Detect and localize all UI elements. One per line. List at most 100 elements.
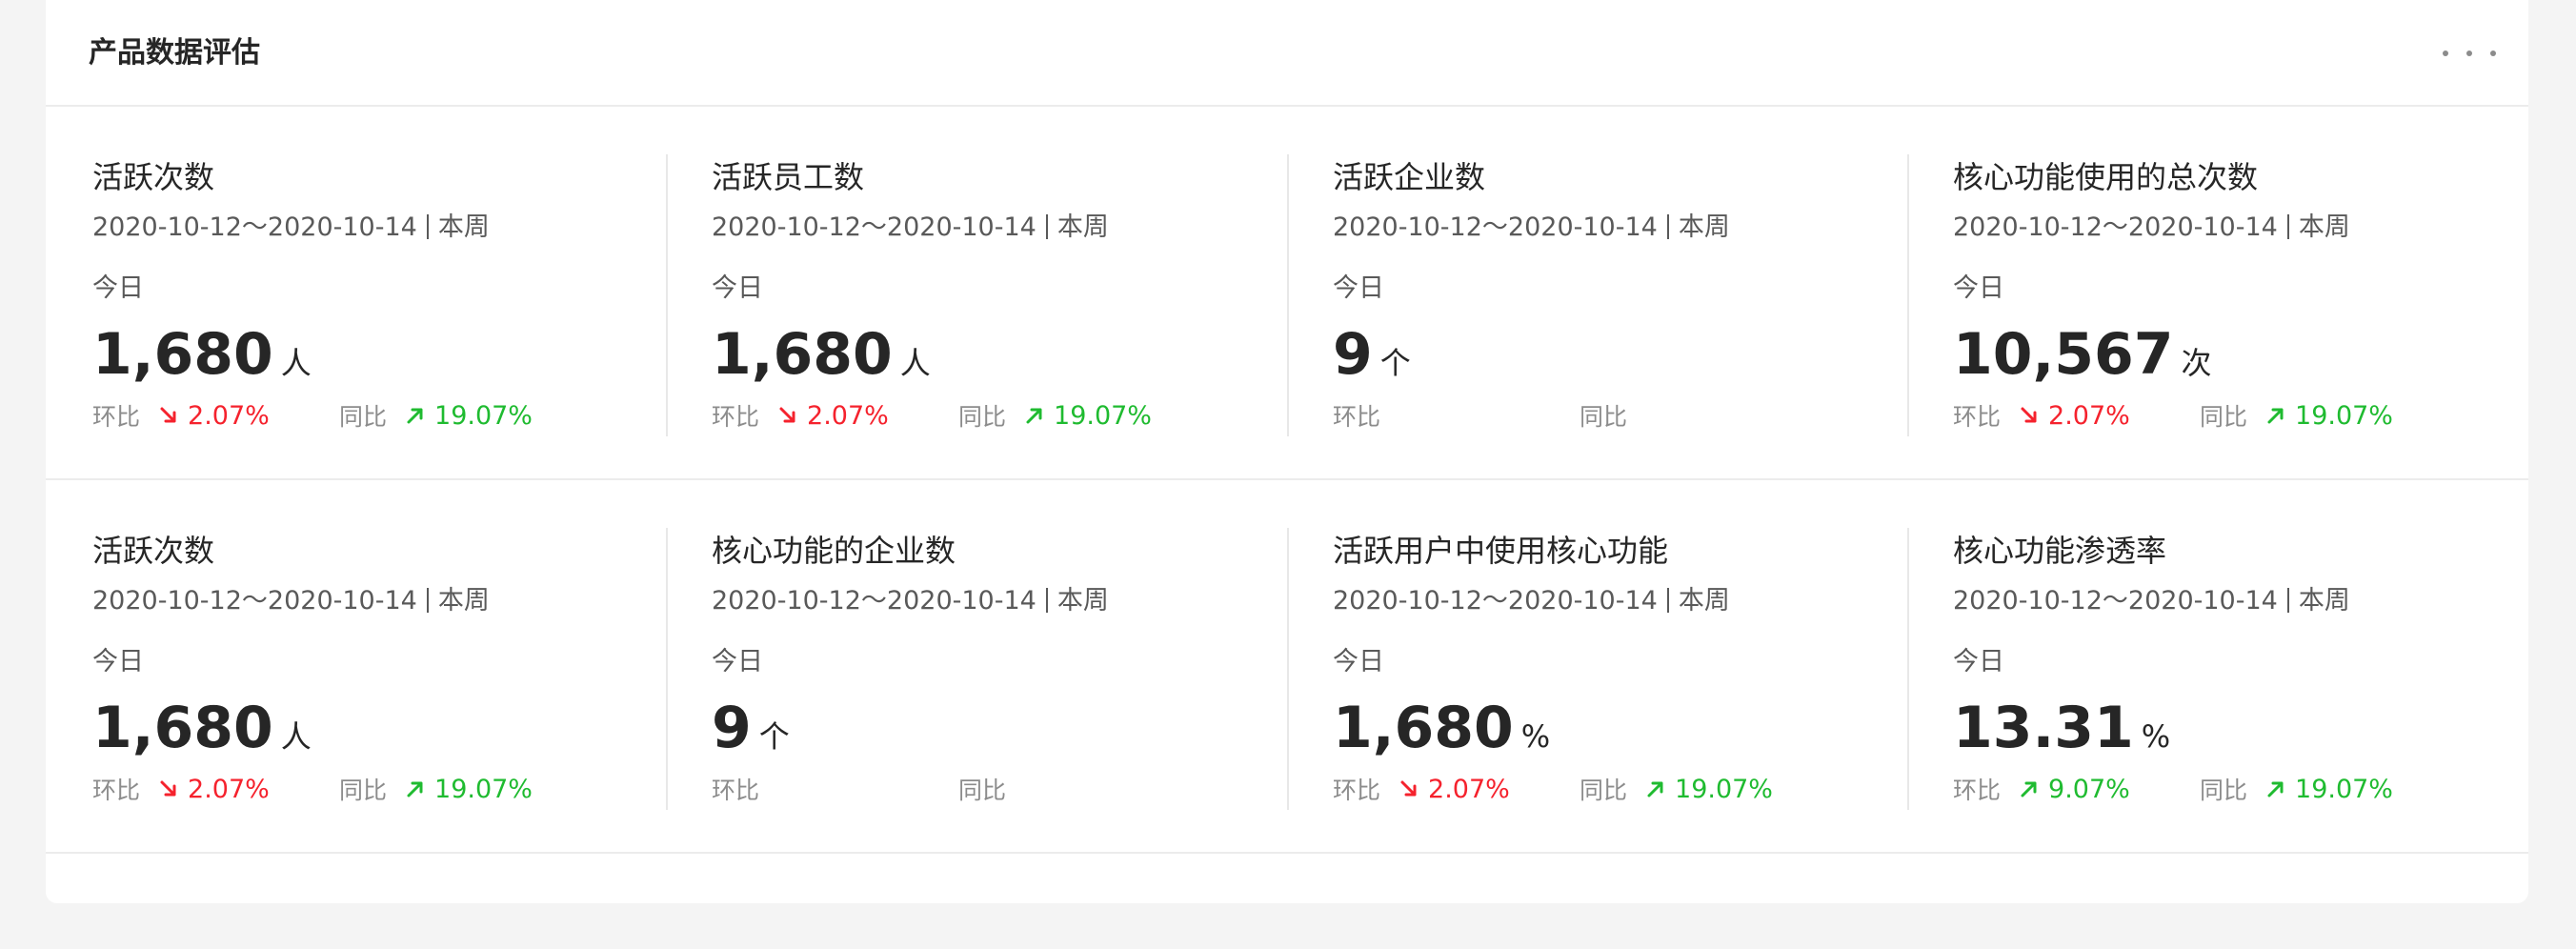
period-label: 今日 [1333, 647, 1384, 676]
value-number: 1,680 [92, 695, 273, 761]
arrow-up-right-icon [1647, 781, 1663, 798]
range-label: 本周 [2298, 586, 2350, 616]
metric-value: 1,680 人 [92, 320, 312, 403]
arrow-up-right-icon [1026, 408, 1042, 424]
date-range: 2020-10-12～2020-10-14 本周 [1953, 583, 2350, 619]
date-range-text: 2020-10-12～2020-10-14 [1333, 586, 1658, 616]
metrics-row: 活跃次数 2020-10-12～2020-10-14 本周 今日 1,680 人 环… [46, 107, 2528, 480]
metric-value: 1,680 人 [92, 694, 312, 777]
period-label: 今日 [1953, 647, 2004, 676]
mom-value: 2.07% [1428, 774, 1510, 804]
range-label: 本周 [2298, 212, 2350, 242]
mom-label: 环比 [1333, 777, 1381, 804]
more-options-button[interactable] [2443, 36, 2496, 71]
year-over-year: 同比 19.07% [2200, 396, 2393, 434]
separator [426, 214, 429, 239]
mom-value: 2.07% [188, 774, 270, 804]
metrics-row: 活跃次数 2020-10-12～2020-10-14 本周 今日 1,680 人 环… [46, 480, 2528, 854]
metric-name: 核心功能使用的总次数 [1953, 159, 2259, 195]
month-over-month: 环比 2.07% [1953, 396, 2130, 434]
column-divider [1287, 154, 1289, 436]
year-over-year: 同比 19.07% [339, 770, 533, 808]
value-unit: 人 [899, 345, 931, 381]
separator [2286, 588, 2289, 613]
value-number: 13.31 [1953, 695, 2134, 761]
arrow-down-right-icon [160, 780, 176, 797]
month-over-month: 环比 2.07% [712, 396, 889, 434]
range-label: 本周 [437, 212, 490, 242]
arrow-down-right-icon [779, 407, 795, 423]
metric-card: 核心功能的企业数 2020-10-12～2020-10-14 本周 今日 9个 环… [666, 480, 1286, 852]
metric-name: 活跃员工数 [712, 159, 865, 195]
value-number: 10,567 [1953, 321, 2174, 388]
metric-card: 核心功能渗透率 2020-10-12～2020-10-14 本周 今日 13.31… [1907, 480, 2527, 852]
metric-card: 活跃企业数 2020-10-12～2020-10-14 本周 今日 9个 环比 同… [1287, 107, 1907, 478]
year-over-year: 同比 19.07% [958, 396, 1152, 434]
period-label: 今日 [712, 273, 763, 303]
value-unit: % [1520, 718, 1551, 755]
value-unit: 个 [1379, 345, 1411, 381]
value-number: 9 [1333, 321, 1373, 388]
value-unit: 个 [758, 718, 790, 755]
year-over-year: 同比 19.07% [2200, 770, 2393, 808]
period-label: 今日 [92, 273, 144, 303]
separator [426, 588, 429, 613]
yoy-label: 同比 [1580, 777, 1628, 804]
period-label: 今日 [1333, 273, 1384, 303]
value-number: 1,680 [92, 321, 273, 388]
range-label: 本周 [1057, 212, 1109, 242]
more-horizontal-icon [2466, 50, 2472, 56]
mom-label: 环比 [1953, 403, 2002, 431]
metric-value: 13.31% [1953, 694, 2170, 777]
panel-header: 产品数据评估 [46, 0, 2528, 107]
mom-label: 环比 [1953, 777, 2002, 804]
separator [1666, 214, 1669, 239]
date-range-text: 2020-10-12～2020-10-14 [92, 212, 417, 242]
column-divider [666, 528, 668, 810]
value-unit: 人 [280, 345, 312, 381]
range-label: 本周 [1678, 212, 1730, 242]
more-horizontal-icon [2443, 50, 2448, 56]
mom-value: 9.07% [2048, 774, 2130, 804]
date-range: 2020-10-12～2020-10-14 本周 [92, 210, 490, 246]
more-horizontal-icon [2490, 50, 2496, 56]
mom-value: 2.07% [2048, 400, 2130, 431]
period-label: 今日 [1953, 273, 2004, 303]
value-number: 1,680 [712, 321, 893, 388]
yoy-value: 19.07% [2295, 774, 2393, 804]
date-range-text: 2020-10-12～2020-10-14 [1333, 212, 1658, 242]
column-divider [1287, 528, 1289, 810]
yoy-label: 同比 [339, 777, 388, 804]
yoy-value: 19.07% [434, 774, 533, 804]
metric-card: 核心功能使用的总次数 2020-10-12～2020-10-14 本周 今日 10… [1907, 107, 2527, 478]
metric-value: 1,680% [1333, 694, 1550, 777]
separator [1045, 588, 1048, 613]
metric-card: 活跃次数 2020-10-12～2020-10-14 本周 今日 1,680 人 环… [46, 480, 666, 852]
value-number: 9 [712, 695, 752, 761]
metric-value: 1,680 人 [712, 320, 931, 403]
metric-value: 10,567 次 [1953, 320, 2212, 403]
yoy-label: 同比 [1580, 403, 1628, 431]
yoy-label: 同比 [2200, 403, 2248, 431]
year-over-year: 同比 19.07% [1580, 770, 1773, 808]
date-range-text: 2020-10-12～2020-10-14 [712, 586, 1036, 616]
metric-card: 活跃次数 2020-10-12～2020-10-14 本周 今日 1,680 人 环… [46, 107, 666, 478]
year-over-year: 同比 [958, 770, 1006, 808]
year-over-year: 同比 19.07% [339, 396, 533, 434]
yoy-value: 19.07% [1054, 400, 1152, 431]
metric-name: 活跃次数 [92, 159, 215, 195]
metric-name: 核心功能的企业数 [712, 533, 956, 569]
month-over-month: 环比 2.07% [92, 770, 270, 808]
arrow-down-right-icon [1400, 780, 1417, 797]
date-range-text: 2020-10-12～2020-10-14 [92, 586, 417, 616]
range-label: 本周 [1678, 586, 1730, 616]
date-range: 2020-10-12～2020-10-14 本周 [1333, 210, 1730, 246]
date-range-text: 2020-10-12～2020-10-14 [1953, 586, 2278, 616]
separator [1666, 588, 1669, 613]
yoy-label: 同比 [339, 403, 388, 431]
column-divider [1907, 528, 1909, 810]
value-number: 1,680 [1333, 695, 1514, 761]
month-over-month: 环比 [712, 770, 759, 808]
period-label: 今日 [92, 647, 144, 676]
mom-label: 环比 [1333, 403, 1381, 431]
